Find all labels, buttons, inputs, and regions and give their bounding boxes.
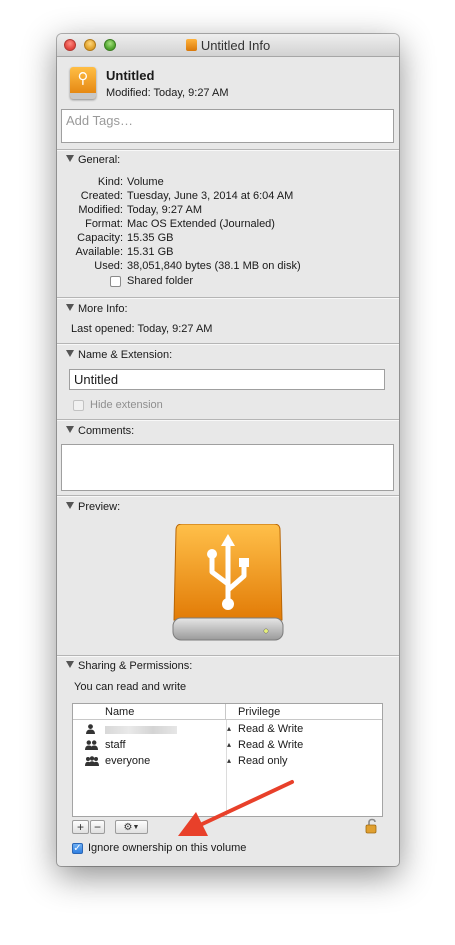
table-row[interactable]: staff ▴ Read & Write (73, 737, 382, 753)
divider (57, 419, 399, 421)
divider (57, 495, 399, 497)
divider (57, 655, 399, 657)
privilege-stepper-icon[interactable]: ▴ (227, 721, 231, 737)
more-info-disclosure[interactable]: More Info: (66, 303, 128, 315)
sharing-heading: Sharing & Permissions: (78, 660, 193, 672)
row-key: Created: (80, 190, 123, 202)
window-title: Untitled Info (57, 38, 399, 53)
shared-folder-checkbox[interactable] (110, 276, 121, 287)
column-header-name[interactable]: Name (73, 704, 226, 720)
disclosure-triangle-icon (66, 502, 74, 509)
row-key: Modified: (78, 204, 123, 216)
comments-disclosure[interactable]: Comments: (66, 425, 134, 437)
disclosure-triangle-icon (66, 350, 74, 357)
disclosure-triangle-icon (66, 661, 74, 668)
general-row-capacity: Capacity: 15.35 GB (57, 231, 399, 245)
privilege-stepper-icon[interactable]: ▴ (227, 753, 231, 769)
ignore-ownership-label: Ignore ownership on this volume (88, 842, 247, 854)
permissions-table[interactable]: Name Privilege ▴ Read & Write staff ▴ Re… (72, 703, 383, 817)
usb-drive-icon: ⚲ (70, 67, 96, 99)
user-icon (86, 724, 95, 734)
column-header-privilege[interactable]: Privilege (226, 704, 382, 720)
preview-disclosure[interactable]: Preview: (66, 501, 120, 513)
sharing-disclosure[interactable]: Sharing & Permissions: (66, 660, 192, 672)
name-ext-disclosure[interactable]: Name & Extension: (66, 349, 172, 361)
comments-field[interactable] (61, 444, 394, 491)
row-name: staff (105, 739, 126, 751)
item-name: Untitled (106, 68, 155, 83)
remove-user-button[interactable]: − (90, 820, 105, 834)
row-key: Kind: (97, 176, 123, 188)
hide-extension-label: Hide extension (90, 399, 163, 411)
window-title-text: Untitled Info (200, 38, 271, 53)
general-disclosure[interactable]: General: (66, 154, 120, 166)
disclosure-triangle-icon (66, 304, 74, 311)
item-modified: Modified: Today, 9:27 AM (106, 87, 229, 99)
row-name: everyone (105, 755, 151, 767)
disclosure-triangle-icon (66, 426, 74, 433)
tags-field[interactable]: Add Tags… (61, 109, 394, 143)
general-heading: General: (78, 154, 121, 166)
name-field[interactable]: Untitled (69, 369, 385, 390)
usb-drive-icon (185, 39, 197, 51)
preview-heading: Preview: (78, 501, 121, 513)
name-ext-heading: Name & Extension: (78, 349, 173, 361)
row-privilege[interactable]: Read & Write (238, 721, 303, 737)
ignore-ownership-checkbox[interactable]: ✓ (72, 843, 83, 854)
row-value: 38,051,840 bytes (38.1 MB on disk) (127, 260, 301, 272)
divider (57, 149, 399, 151)
tags-placeholder: Add Tags… (66, 113, 133, 128)
general-row-available: Available: 15.31 GB (57, 245, 399, 259)
hide-extension-checkbox[interactable] (73, 400, 84, 411)
row-key: Used: (94, 260, 123, 272)
row-privilege[interactable]: Read & Write (238, 737, 303, 753)
shared-folder-label: Shared folder (127, 275, 194, 287)
privilege-stepper-icon[interactable]: ▴ (227, 737, 231, 753)
row-value: Tuesday, June 3, 2014 at 6:04 AM (127, 190, 294, 202)
table-row[interactable]: everyone ▴ Read only (73, 753, 382, 769)
user-name-redacted (105, 726, 177, 734)
disclosure-triangle-icon (66, 155, 74, 162)
add-user-button[interactable]: + (72, 820, 89, 834)
name-field-value: Untitled (74, 372, 119, 387)
general-row-modified: Modified: Today, 9:27 AM (57, 203, 399, 217)
divider (57, 343, 399, 345)
everyone-icon (85, 756, 99, 766)
general-row-used: Used: 38,051,840 bytes (38.1 MB on disk) (57, 259, 399, 273)
comments-heading: Comments: (78, 425, 135, 437)
row-value: 15.35 GB (127, 232, 174, 244)
chevron-down-icon: ▼ (132, 824, 140, 831)
row-value: 15.31 GB (127, 246, 174, 258)
row-key: Available: (75, 246, 124, 258)
general-row-created: Created: Tuesday, June 3, 2014 at 6:04 AM (57, 189, 399, 203)
usb-drive-preview-icon (172, 524, 284, 641)
lock-icon[interactable] (365, 818, 379, 834)
gear-icon: ⚙ (123, 822, 133, 833)
row-value: Today, 9:27 AM (127, 204, 203, 216)
last-opened: Last opened: Today, 9:27 AM (71, 323, 213, 335)
general-row-kind: Kind: Volume (57, 175, 399, 189)
general-row-format: Format: Mac OS Extended (Journaled) (57, 217, 399, 231)
divider (57, 297, 399, 299)
action-menu-button[interactable]: ⚙▼ (115, 820, 148, 834)
more-info-heading: More Info: (78, 303, 128, 315)
row-privilege[interactable]: Read only (238, 753, 288, 769)
permission-summary: You can read and write (74, 681, 187, 693)
row-value: Volume (127, 176, 164, 188)
table-row[interactable]: ▴ Read & Write (73, 721, 382, 737)
info-window: Untitled Info ⚲ Untitled Modified: Today… (57, 34, 399, 866)
row-value: Mac OS Extended (Journaled) (127, 218, 275, 230)
row-key: Capacity: (77, 232, 123, 244)
row-key: Format: (85, 218, 123, 230)
title-bar[interactable]: Untitled Info (57, 34, 399, 57)
group-icon (85, 740, 98, 750)
